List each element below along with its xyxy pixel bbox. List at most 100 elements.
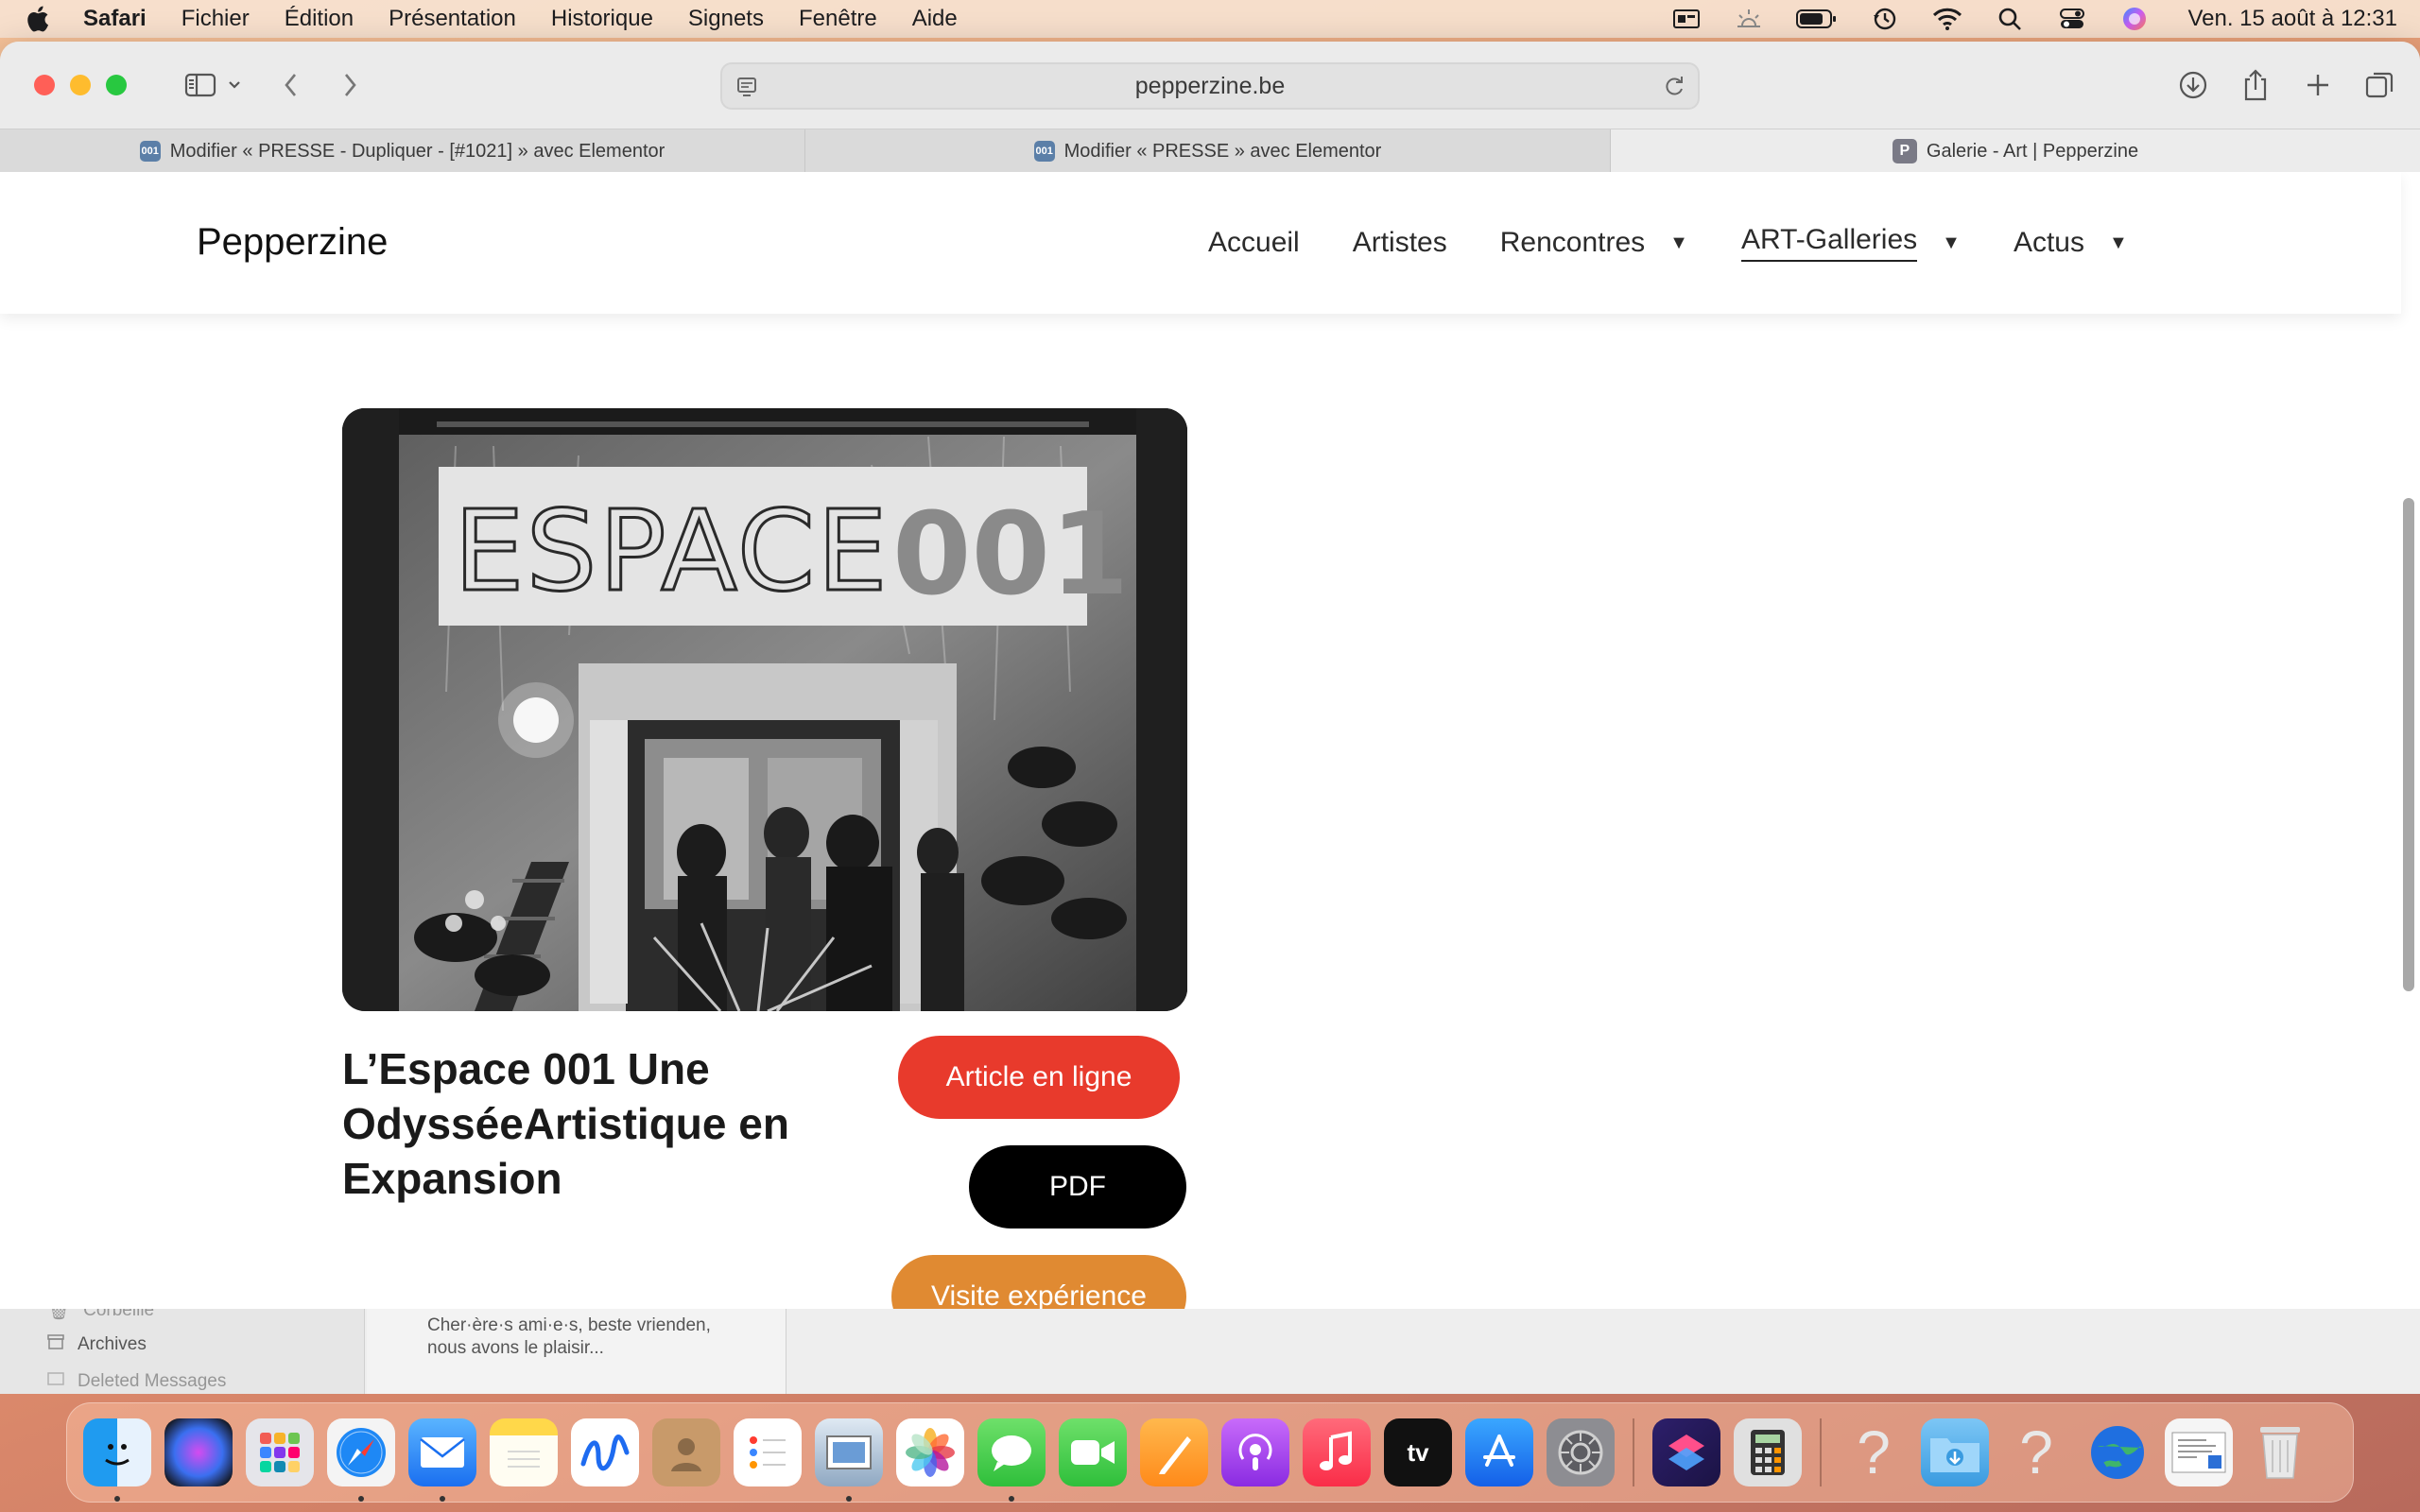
reminders-app-icon[interactable] bbox=[734, 1418, 802, 1486]
unknown-app-question-icon[interactable]: ? bbox=[2002, 1418, 2070, 1486]
nav-label: ART-Galleries bbox=[1740, 224, 1918, 262]
music-app-icon[interactable] bbox=[1303, 1418, 1371, 1486]
sidebar-toggle-icon[interactable] bbox=[180, 64, 221, 106]
control-center-icon[interactable] bbox=[2057, 4, 2087, 34]
site-logo[interactable]: Pepperzine bbox=[197, 221, 388, 264]
tab-title: Galerie - Art | Pepperzine bbox=[1926, 140, 2139, 162]
forward-chevron-icon[interactable] bbox=[329, 64, 371, 106]
wifi-icon[interactable] bbox=[1932, 4, 1962, 34]
mail-folder-corbeille[interactable]: 🗑 Corbeille bbox=[47, 1309, 154, 1322]
downloads-icon[interactable] bbox=[2172, 64, 2214, 106]
mail-folder-deleted-messages[interactable]: Deleted Messages bbox=[47, 1371, 226, 1392]
tab-group-chevron-down-icon[interactable] bbox=[221, 64, 248, 106]
dock-separator bbox=[1820, 1418, 1822, 1486]
nav-item-art-galleries[interactable]: ART-Galleries ▼ bbox=[1740, 224, 1961, 262]
site-header: Pepperzine Accueil Artistes Rencontres ▼… bbox=[0, 172, 2401, 314]
new-tab-plus-icon[interactable] bbox=[2297, 64, 2339, 106]
nav-label: Rencontres bbox=[1499, 227, 1646, 258]
tab-modifier-presse[interactable]: 001 Modifier « PRESSE » avec Elementor bbox=[805, 129, 1611, 173]
reload-icon[interactable] bbox=[1662, 74, 1686, 103]
siri-icon[interactable] bbox=[2119, 4, 2150, 34]
menu-aide[interactable]: Aide bbox=[912, 6, 958, 32]
menu-presentation[interactable]: Présentation bbox=[389, 6, 516, 32]
dropdown-caret-icon[interactable]: ▼ bbox=[1942, 232, 1961, 254]
article-photo[interactable]: ESPACE 001 bbox=[342, 408, 1187, 1011]
minimize-window-button[interactable] bbox=[70, 75, 91, 95]
freeform-app-icon[interactable] bbox=[571, 1418, 639, 1486]
shortcuts-app-icon[interactable] bbox=[1652, 1418, 1720, 1486]
close-window-button[interactable] bbox=[34, 75, 55, 95]
battery-icon[interactable] bbox=[1796, 4, 1838, 34]
article-en-ligne-button[interactable]: Article en ligne bbox=[898, 1036, 1180, 1119]
mail-app-icon[interactable] bbox=[408, 1418, 476, 1502]
time-machine-icon[interactable] bbox=[1870, 4, 1900, 34]
back-chevron-icon[interactable] bbox=[270, 64, 312, 106]
mail-snippet[interactable]: Cher·ère·s ami·e·s, beste vrienden, nous… bbox=[427, 1314, 730, 1360]
nav-item-accueil[interactable]: Accueil bbox=[1208, 227, 1300, 259]
document-preview-icon[interactable] bbox=[2165, 1418, 2233, 1486]
preview-app-icon[interactable] bbox=[815, 1418, 883, 1502]
url-text[interactable]: pepperzine.be bbox=[1135, 73, 1285, 100]
share-icon[interactable] bbox=[2235, 64, 2276, 106]
folder-icon bbox=[47, 1371, 64, 1392]
nav-label: Accueil bbox=[1208, 227, 1300, 258]
page-scrollbar[interactable] bbox=[2401, 172, 2416, 1314]
weather-icon[interactable] bbox=[1734, 4, 1764, 34]
nav-item-rencontres[interactable]: Rencontres ▼ bbox=[1500, 227, 1688, 259]
sign-text-001: 001 bbox=[892, 490, 1130, 621]
tab-overview-icon[interactable] bbox=[2360, 64, 2401, 106]
page-scroll-thumb[interactable] bbox=[2403, 498, 2414, 991]
article-title: L’Espace 001 Une OdysséeArtistique en Ex… bbox=[342, 1044, 789, 1203]
app-store-icon[interactable] bbox=[1465, 1418, 1533, 1486]
address-bar[interactable]: pepperzine.be bbox=[720, 62, 1700, 110]
siri-app-icon[interactable] bbox=[164, 1418, 233, 1486]
pages-app-icon[interactable] bbox=[1140, 1418, 1208, 1486]
tab-modifier-presse-dupliquer[interactable]: 001 Modifier « PRESSE - Dupliquer - [#10… bbox=[0, 129, 805, 173]
main-nav: Accueil Artistes Rencontres ▼ ART-Galler… bbox=[1208, 172, 2181, 314]
photos-app-icon[interactable] bbox=[896, 1418, 964, 1486]
launchpad-icon[interactable] bbox=[246, 1418, 314, 1486]
downloads-folder-icon[interactable] bbox=[1921, 1418, 1989, 1486]
trash-icon[interactable] bbox=[2246, 1418, 2314, 1486]
apple-menu-icon[interactable] bbox=[23, 5, 51, 33]
dropdown-caret-icon[interactable]: ▼ bbox=[1669, 232, 1688, 254]
menu-signets[interactable]: Signets bbox=[688, 6, 764, 32]
notes-app-icon[interactable] bbox=[490, 1418, 558, 1486]
tab-favicon: 001 bbox=[1033, 141, 1055, 162]
unknown-app-question-icon[interactable]: ? bbox=[1840, 1418, 1908, 1486]
mail-message-list: Cher·ère·s ami·e·s, beste vrienden, nous… bbox=[367, 1309, 786, 1394]
messages-app-icon[interactable] bbox=[977, 1418, 1046, 1502]
contacts-app-icon[interactable] bbox=[652, 1418, 720, 1486]
facetime-app-icon[interactable] bbox=[1059, 1418, 1127, 1486]
nav-label: Artistes bbox=[1352, 227, 1447, 258]
calculator-app-icon[interactable] bbox=[1734, 1418, 1802, 1486]
menu-fenetre[interactable]: Fenêtre bbox=[799, 6, 877, 32]
nav-item-actus[interactable]: Actus ▼ bbox=[2014, 227, 2128, 259]
menu-fichier[interactable]: Fichier bbox=[182, 6, 250, 32]
podcasts-app-icon[interactable] bbox=[1221, 1418, 1289, 1486]
menu-app-safari[interactable]: Safari bbox=[83, 6, 147, 32]
apple-tv-label: tv bbox=[1407, 1437, 1429, 1467]
menu-historique[interactable]: Historique bbox=[551, 6, 653, 32]
system-settings-icon[interactable] bbox=[1547, 1418, 1615, 1486]
toolbar-right-actions bbox=[2172, 64, 2401, 106]
finder-icon[interactable] bbox=[83, 1418, 151, 1502]
page-settings-icon[interactable] bbox=[735, 76, 758, 103]
archive-folder-icon bbox=[47, 1334, 64, 1355]
mail-window-background: 🗑 Corbeille Archives Deleted Messages Ch… bbox=[0, 1309, 2420, 1394]
menu-edition[interactable]: Édition bbox=[285, 6, 354, 32]
safari-app-icon[interactable] bbox=[327, 1418, 395, 1502]
tab-galerie-art-pepperzine[interactable]: P Galerie - Art | Pepperzine bbox=[1611, 129, 2420, 173]
pdf-button[interactable]: PDF bbox=[969, 1145, 1186, 1228]
menu-bar-clock[interactable]: Ven. 15 août à 12:31 bbox=[2187, 6, 2397, 32]
apple-tv-app-icon[interactable]: tv bbox=[1384, 1418, 1452, 1486]
network-globe-icon[interactable] bbox=[2083, 1418, 2152, 1486]
screen-mirroring-icon[interactable] bbox=[1671, 4, 1702, 34]
nav-item-artistes[interactable]: Artistes bbox=[1353, 227, 1447, 259]
mail-folder-archives[interactable]: Archives bbox=[47, 1334, 147, 1355]
zoom-window-button[interactable] bbox=[106, 75, 127, 95]
spotlight-search-icon[interactable] bbox=[1995, 4, 2025, 34]
dropdown-caret-icon[interactable]: ▼ bbox=[2109, 232, 2128, 254]
visite-experience-button[interactable]: Visite expérience bbox=[891, 1255, 1186, 1314]
menu-bar: Safari Fichier Édition Présentation Hist… bbox=[0, 0, 2420, 38]
